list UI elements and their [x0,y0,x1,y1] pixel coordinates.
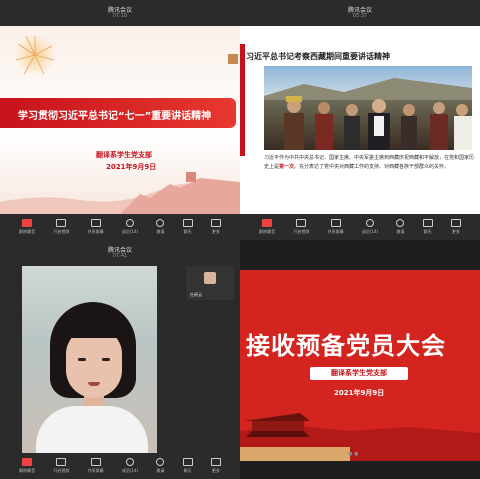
title-bar: 腾讯会议 07:41 [0,239,240,266]
chat-icon [422,218,433,227]
more-icon [210,458,221,466]
mic-off-icon [262,218,273,227]
meeting-window-4: 接收预备党员大会 翻译系学生党支部 2021年9月9日 ● ● [240,239,480,479]
members-icon [365,218,374,227]
start-video-button[interactable]: 开启视频 [53,218,69,235]
slide-title: 接收预备党员大会 [246,331,446,360]
meeting-toolbar: 解除静音 开启视频 共享屏幕 成员(14) 邀请 聊天 更多 [0,453,240,479]
members-button[interactable]: 成员(14) [362,218,378,235]
meeting-window-2: 腾讯会议 05:37 习近平总书记考察西藏期间重要讲话精神 习近平作为中共中央总… [240,0,480,240]
shared-slide: 接收预备党员大会 翻译系学生党支部 2021年9月9日 ● ● [240,269,480,461]
firework-icon [15,35,55,75]
mic-off-icon [22,458,33,466]
body-text-post: 。充分表达了党中央对西藏工作的支持、对西藏各族干部群众的关怀。 [294,164,450,170]
start-video-button[interactable]: 开启视频 [293,218,309,235]
tibet-visit-photo [264,66,472,150]
mic-off-icon [22,218,33,227]
title-bar: 腾讯会议 05:37 [240,0,480,26]
chat-icon [182,218,193,227]
camera-icon [56,218,67,227]
more-button[interactable]: 更多 [450,218,461,235]
accent-bar [240,44,245,156]
video-area: 杜鹃云 [0,265,240,453]
invite-icon [396,218,405,227]
camera-icon [296,218,307,227]
organization-label: 翻译系学生党支部 [96,151,152,159]
meeting-toolbar: 解除静音 开启视频 共享屏幕 成员(14) 邀请 聊天 更多 [0,213,240,240]
meeting-window-1: 腾讯会议 07:10 学习贯彻习近平总书记“七一”重要讲话精神 翻译系学生党支部… [0,0,240,240]
members-icon [125,458,134,466]
unmute-button[interactable]: 解除静音 [19,458,35,474]
crowd-photo [264,78,472,150]
shared-slide: 学习贯彻习近平总书记“七一”重要讲话精神 翻译系学生党支部 2021年9月9日 [0,26,240,214]
great-wall-illustration [0,171,240,214]
participant-video[interactable] [22,265,157,453]
person-eye [78,357,86,361]
meeting-timer: 07:10 [112,13,128,19]
meeting-timer: 07:41 [112,252,128,259]
participant-name: 杜鹃云 [190,291,202,297]
members-button[interactable]: 成员(14) [122,218,138,235]
person-shirt [36,405,148,453]
start-video-button[interactable]: 开启视频 [53,458,69,474]
share-screen-button[interactable]: 共享屏幕 [328,218,344,235]
more-button[interactable]: 更多 [210,218,221,235]
page-indicator: ● ● [348,451,359,457]
invite-icon [156,218,165,227]
more-button[interactable]: 更多 [210,458,221,474]
participant-thumbnail[interactable]: 杜鹃云 [186,265,234,300]
avatar [204,271,216,284]
palace-illustration [240,413,480,461]
screen-share-icon [330,218,341,227]
more-icon [210,218,221,227]
screen-share-icon [90,218,101,227]
invite-icon [156,458,165,466]
meeting-window-3: 腾讯会议 07:41 杜鹃云 解除静音 开启视频 共享屏幕 成员(14) 邀请 … [0,239,240,479]
share-screen-button[interactable]: 共享屏幕 [88,458,104,474]
invite-button[interactable]: 邀请 [396,218,405,235]
slide-body: 习近平作为中共中央总书记、国家主席、中央军委主席到西藏庆祝西藏和平解放，在党和国… [264,154,474,172]
title-banner: 学习贯彻习近平总书记“七一”重要讲话精神 [0,98,236,128]
chat-button[interactable]: 聊天 [182,218,193,235]
meeting-timer: 05:37 [352,13,368,19]
person-mouth [88,381,100,386]
invite-button[interactable]: 邀请 [156,218,165,235]
chat-button[interactable]: 聊天 [182,458,193,474]
person-face [66,327,122,398]
chat-icon [182,458,193,466]
slide-title: 学习贯彻习近平总书记“七一”重要讲话精神 [18,111,212,122]
chat-button[interactable]: 聊天 [422,218,433,235]
participant-avatar[interactable] [228,54,238,64]
camera-icon [56,458,67,466]
unmute-button[interactable]: 解除静音 [259,218,275,235]
shared-slide: 习近平总书记考察西藏期间重要讲话精神 习近平作为中共中央总书记、国家主席、中央军… [240,26,480,214]
invite-button[interactable]: 邀请 [156,458,165,474]
person-eye [102,357,110,361]
person-bangs [62,311,128,338]
organization-label: 翻译系学生党支部 [310,366,408,380]
share-screen-button[interactable]: 共享屏幕 [88,218,104,235]
more-icon [450,218,461,227]
unmute-button[interactable]: 解除静音 [19,218,35,235]
members-icon [125,218,134,227]
body-highlight: 第一次 [279,164,295,170]
screen-share-icon [90,458,101,466]
title-bar: 腾讯会议 07:10 [0,0,240,26]
meeting-toolbar: 解除静音 开启视频 共享屏幕 成员(14) 邀请 聊天 更多 [240,213,480,240]
members-button[interactable]: 成员(14) [122,458,138,474]
slide-title: 习近平总书记考察西藏期间重要讲话精神 [246,52,390,61]
